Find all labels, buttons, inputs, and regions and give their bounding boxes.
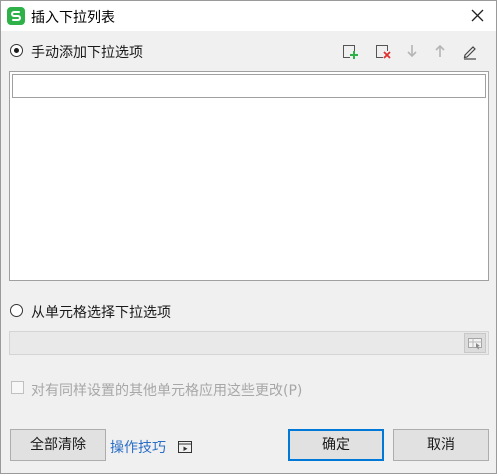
clear-all-button[interactable]: 全部清除 [10, 429, 106, 461]
manual-option-label[interactable]: 手动添加下拉选项 [31, 42, 143, 62]
range-picker-icon [468, 338, 482, 350]
tips-link[interactable]: 操作技巧 [110, 437, 166, 457]
from-cells-option-radio[interactable] [10, 304, 23, 317]
dropdown-items-list[interactable] [9, 71, 489, 281]
insert-dropdown-dialog: 插入下拉列表 手动添加下拉选项 从单元格选择下拉选项 对有同样设置的其他单元格应… [0, 0, 497, 474]
delete-item-button[interactable] [374, 42, 392, 60]
apply-all-checkbox [11, 381, 24, 394]
apply-all-label: 对有同样设置的其他单元格应用这些更改(P) [31, 383, 303, 399]
cancel-button[interactable]: 取消 [393, 429, 489, 461]
close-icon [471, 9, 484, 22]
edit-icon [463, 46, 476, 60]
edit-item-button[interactable] [461, 42, 479, 60]
wps-spreadsheet-icon [7, 7, 25, 25]
manual-option-radio[interactable] [10, 44, 23, 57]
move-down-button[interactable] [403, 42, 421, 60]
cell-range-field [9, 331, 489, 355]
add-item-button[interactable] [341, 42, 359, 60]
dialog-title: 插入下拉列表 [31, 10, 115, 26]
range-picker-button [464, 333, 486, 353]
video-icon[interactable] [177, 439, 193, 455]
ok-button[interactable]: 确定 [288, 429, 384, 461]
close-button[interactable] [466, 5, 490, 27]
arrow-down-icon [407, 45, 417, 58]
from-cells-option-label[interactable]: 从单元格选择下拉选项 [31, 302, 171, 322]
arrow-up-icon [435, 44, 445, 57]
move-up-button[interactable] [431, 42, 449, 60]
add-item-icon [343, 45, 358, 59]
list-item-input[interactable] [12, 74, 486, 98]
delete-item-icon [376, 45, 391, 59]
title-bar: 插入下拉列表 [1, 1, 496, 31]
